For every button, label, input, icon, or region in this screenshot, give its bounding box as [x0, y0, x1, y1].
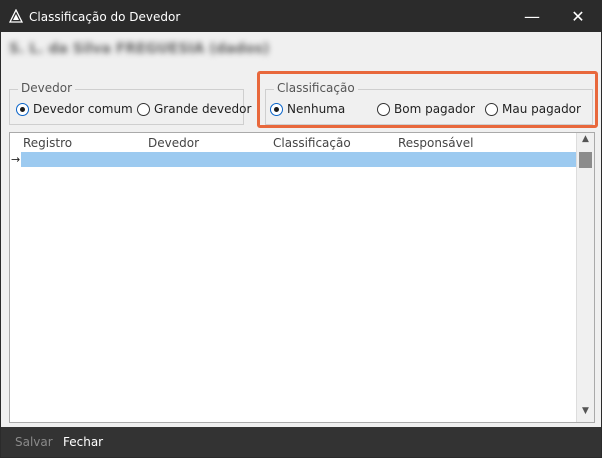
radio-grande-devedor-label: Grande devedor — [154, 102, 252, 116]
vertical-scrollbar[interactable]: ▲ ▼ — [576, 133, 594, 422]
column-header-registro[interactable]: Registro — [23, 136, 72, 150]
classificacao-highlight — [257, 71, 598, 128]
close-icon: ✕ — [571, 7, 585, 26]
devedor-group: Devedor Devedor comum Grande devedor — [9, 81, 251, 125]
radio-grande-devedor-circle[interactable] — [137, 102, 150, 116]
radio-devedor-comum-circle[interactable] — [16, 102, 29, 116]
table-row[interactable] — [21, 152, 576, 167]
app-logo-icon — [9, 9, 23, 23]
close-window-button[interactable]: ✕ — [555, 1, 601, 32]
debtor-grid[interactable]: Registro Devedor Classificação Responsáv… — [9, 132, 595, 423]
row-indicator-icon: → — [11, 153, 21, 166]
column-header-responsavel[interactable]: Responsável — [398, 136, 473, 150]
dialog-window: Classificação do Devedor — ✕ S. L. da Si… — [0, 0, 602, 458]
column-header-devedor[interactable]: Devedor — [148, 136, 199, 150]
debtor-name-blurred: S. L. da Silva FREGUESIA (dados) — [9, 41, 270, 57]
minimize-icon: — — [524, 7, 540, 26]
radio-devedor-comum-label: Devedor comum — [33, 102, 133, 116]
grid-header: Registro Devedor Classificação Responsáv… — [10, 133, 576, 151]
scroll-up-icon[interactable]: ▲ — [577, 134, 594, 149]
radio-devedor-comum[interactable]: Devedor comum — [16, 102, 133, 116]
devedor-group-title: Devedor — [18, 81, 75, 95]
close-button[interactable]: Fechar — [63, 435, 103, 449]
scroll-down-icon[interactable]: ▼ — [577, 406, 594, 421]
save-button[interactable]: Salvar — [15, 435, 53, 449]
radio-grande-devedor[interactable]: Grande devedor — [137, 102, 251, 116]
column-header-classificacao[interactable]: Classificação — [273, 136, 351, 150]
title-bar[interactable]: Classificação do Devedor — ✕ — [1, 1, 601, 32]
scroll-thumb[interactable] — [579, 152, 592, 168]
window-title: Classificação do Devedor — [29, 10, 181, 24]
minimize-button[interactable]: — — [509, 1, 555, 32]
footer-bar: Salvar Fechar — [1, 427, 601, 457]
